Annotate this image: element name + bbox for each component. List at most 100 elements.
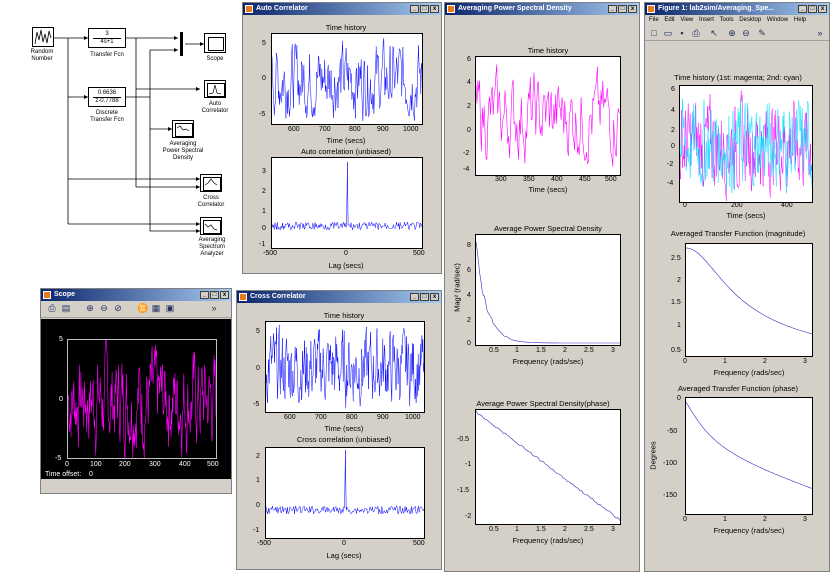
psd-p3-xlabel: Frequency (rads/sec) [512,536,584,545]
cc-bot-xtick: 0 [342,540,346,547]
figure1-title: Figure 1: lab2sim/Averaging_Spe... [658,5,775,12]
save-axes-icon[interactable]: ▦ [151,303,161,313]
auto-correlator-window[interactable]: Auto Correlator _ □ x Time history 5 0 -5 … [242,2,442,274]
menu-window[interactable]: Window [767,17,788,23]
dtf-numerator: 0.6636 [97,90,117,96]
zoom-out-icon[interactable]: ⊘ [113,303,123,313]
tf-numerator: 3 [105,31,109,37]
auto-correlator-titlebar[interactable]: Auto Correlator _ □ x [243,3,441,15]
fig-p1-trace [680,90,812,201]
menu-tools[interactable]: Tools [720,17,734,23]
zoom-in-icon[interactable]: ⊕ [85,303,95,313]
window-maximize-icon[interactable]: □ [420,293,429,301]
window-minimize-icon[interactable]: _ [608,5,617,13]
save-icon[interactable]: ▪ [677,28,687,38]
fig-p2-xtick: 2 [763,358,767,365]
figure1-titlebar[interactable]: Figure 1: lab2sim/Averaging_Spe... _ □ x [645,3,829,15]
scope-plot-area [67,339,217,459]
restore-axes-icon[interactable]: ▣ [165,303,175,313]
psd-p3-xtick: 2.5 [584,526,594,533]
psd-p2-xtick: 2.5 [584,347,594,354]
window-maximize-icon[interactable]: □ [420,5,429,13]
window-maximize-icon[interactable]: □ [618,5,627,13]
scope-window[interactable]: Scope _ □ x ⎙ ▤ ⊕ ⊖ ⊘ ♊ ▦ ▣ » 5 0 -5 0 100… [40,288,232,494]
trace-line [686,401,812,489]
fig-p1-ytick: 4 [671,107,675,114]
window-minimize-icon[interactable]: _ [410,293,419,301]
cross-correlator-titlebar[interactable]: Cross Correlator _ □ x [237,291,441,303]
tf-denominator: 4s+1 [100,39,114,45]
menu-insert[interactable]: Insert [699,17,714,23]
discrete-tf-block[interactable]: 0.6636 z-0.7788 [88,87,126,107]
window-close-icon[interactable]: x [430,5,439,13]
print-icon[interactable]: ⎙ [47,303,57,313]
psd-p2-trace [476,241,620,344]
auto-correlator-block[interactable] [204,80,226,98]
new-icon[interactable]: □ [649,28,659,38]
avg-psd-block[interactable] [172,120,194,138]
open-icon[interactable]: ▭ [663,28,673,38]
window-close-icon[interactable]: x [430,293,439,301]
figure1-menubar: File Edit View Insert Tools Desktop Wind… [645,15,829,26]
cc-top-xtick: 600 [284,414,296,421]
scope-ytick: 5 [59,336,63,343]
psd-p1-xtick: 450 [579,176,591,183]
scope-label: Scope [206,56,224,62]
avg-psd-window[interactable]: Averaging Power Spectral Density _ □ x Tim… [444,2,640,572]
fig-p3-xtick: 1 [723,516,727,523]
scope-ytick: -5 [55,455,62,462]
fig-p1-ytick: -4 [667,180,674,187]
psd-p3-ytick: -0.5 [457,436,470,443]
window-close-icon[interactable]: x [818,5,827,13]
psd-p2-axes [475,234,621,346]
psd-p3-trace [476,410,620,521]
zoom-in-icon[interactable]: ⊕ [727,28,737,38]
avg-psd-titlebar[interactable]: Averaging Power Spectral Density _ □ x [445,3,639,15]
menu-view[interactable]: View [680,17,693,23]
cc-top-xlabel: Time (secs) [324,424,364,433]
matlab-icon [43,291,51,299]
cc-bot-ytick: 1 [256,477,260,484]
random-signal-icon [34,29,52,45]
window-maximize-icon[interactable]: □ [210,291,219,299]
menu-file[interactable]: File [649,17,659,23]
params-icon[interactable]: ▤ [61,303,71,313]
fig-p3-xtick: 3 [803,516,807,523]
window-minimize-icon[interactable]: _ [798,5,807,13]
menu-help[interactable]: Help [794,17,806,23]
ac-bot-xtick: 0 [344,250,348,257]
transfer-fcn-label: Transfer Fcn [90,52,124,58]
ac-top-xtick: 700 [319,126,331,133]
window-maximize-icon[interactable]: □ [808,5,817,13]
random-number-block[interactable] [32,27,54,47]
menu-edit[interactable]: Edit [664,17,674,23]
trace-line [686,247,812,335]
window-minimize-icon[interactable]: _ [410,5,419,13]
cross-correlator-icon [204,178,218,186]
cross-correlator-window[interactable]: Cross Correlator _ □ x Time history 5 0 -5… [236,290,442,570]
ac-bot-ytick: 1 [262,208,266,215]
more-icon[interactable]: » [815,28,825,38]
window-minimize-icon[interactable]: _ [200,291,209,299]
transfer-fcn-block[interactable]: 3 4s+1 [88,28,126,48]
binoculars-icon[interactable]: ♊ [137,303,148,313]
psd-p2-xtick: 1 [515,347,519,354]
fig-p1-ytick: 0 [671,143,675,150]
avg-spectrum-block[interactable] [200,217,222,235]
window-close-icon[interactable]: x [220,291,229,299]
pointer-icon[interactable]: ↖ [709,28,719,38]
print-icon[interactable]: ⎙ [691,28,701,38]
fig-p3-trace [686,401,812,489]
cross-correlator-block[interactable] [200,174,222,192]
fig-p2-xtick: 1 [723,358,727,365]
window-close-icon[interactable]: x [628,5,637,13]
zoom-out-icon[interactable]: ⊖ [741,28,751,38]
zoom-x-icon[interactable]: ⊖ [99,303,109,313]
brush-icon[interactable]: ✎ [757,28,767,38]
more-icon[interactable]: » [209,303,219,313]
menu-desktop[interactable]: Desktop [739,17,761,23]
scope-block[interactable] [204,33,226,53]
scope-titlebar[interactable]: Scope _ □ x [41,289,231,301]
figure1-window[interactable]: Figure 1: lab2sim/Averaging_Spe... _ □ x F… [644,2,830,572]
cc-top-ytick: 5 [256,328,260,335]
